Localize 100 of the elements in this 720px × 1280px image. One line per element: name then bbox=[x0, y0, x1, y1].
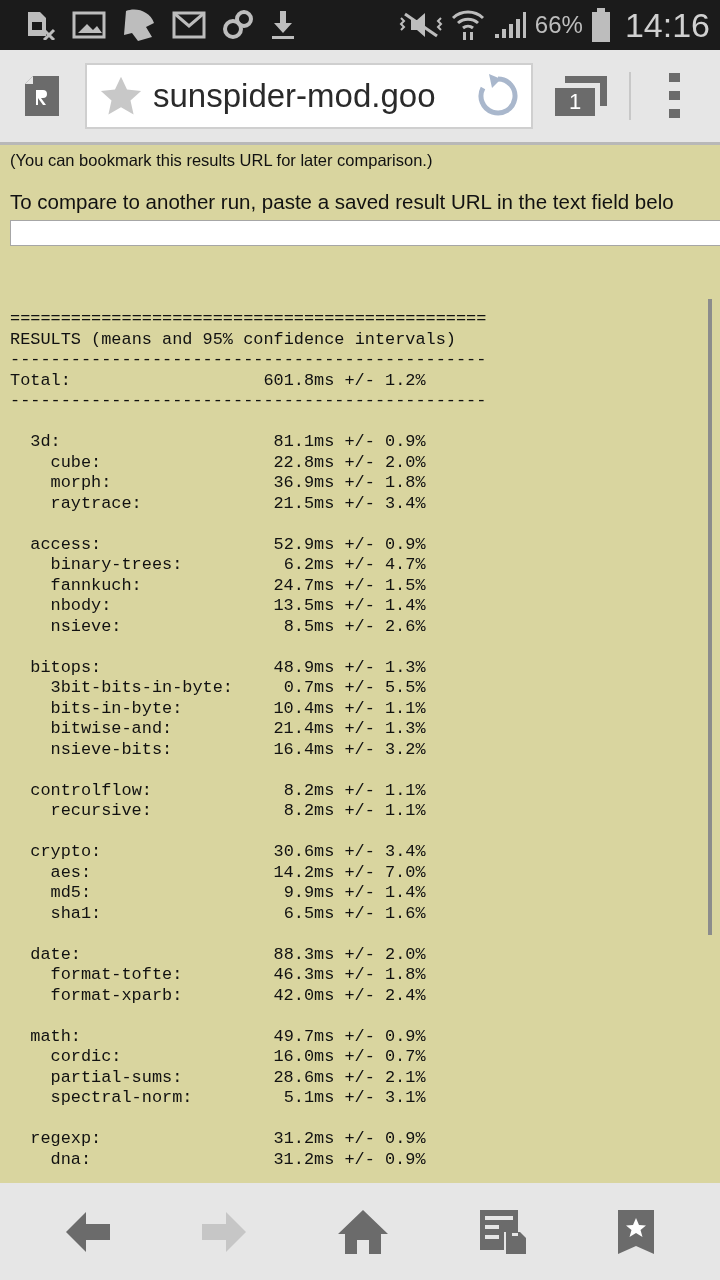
test-interval: +/- 5.5% bbox=[344, 678, 426, 699]
group-time: 8.2ms bbox=[282, 780, 335, 801]
test-time: 28.6ms bbox=[272, 1067, 335, 1088]
test-name: format-tofte: bbox=[49, 965, 184, 986]
total-interval: +/- 1.2% bbox=[344, 370, 426, 391]
group-name: 3d: bbox=[29, 432, 62, 453]
image-icon bbox=[72, 11, 106, 39]
group-interval: +/- 0.9% bbox=[344, 1026, 426, 1047]
test-time: 16.4ms bbox=[272, 739, 335, 760]
test-interval: +/- 3.1% bbox=[344, 1088, 426, 1109]
results-title: RESULTS (means and 95% confidence intervals) bbox=[10, 329, 457, 350]
battery-percentage: 66% bbox=[534, 11, 583, 39]
test-time: 10.4ms bbox=[272, 698, 335, 719]
test-interval: +/- 4.7% bbox=[344, 555, 426, 576]
test-name: morph: bbox=[49, 473, 113, 494]
menu-icon[interactable] bbox=[667, 71, 683, 121]
group-name: bitops: bbox=[29, 657, 103, 678]
url-input-field[interactable] bbox=[10, 220, 720, 246]
test-name: bits-in-byte: bbox=[49, 698, 184, 719]
star-icon[interactable] bbox=[99, 75, 143, 117]
group-name: access: bbox=[29, 534, 103, 555]
total-label: Total: bbox=[10, 370, 72, 391]
test-interval: +/- 1.4% bbox=[344, 883, 426, 904]
total-time: 601.8ms bbox=[263, 370, 335, 391]
test-interval: +/- 1.5% bbox=[344, 575, 426, 596]
results-rule: ----------------------------------------------- bbox=[10, 350, 488, 371]
test-name: sha1: bbox=[49, 903, 103, 924]
test-name: format-xparb: bbox=[49, 985, 184, 1006]
test-time: 36.9ms bbox=[272, 473, 335, 494]
battery-icon bbox=[590, 8, 611, 42]
test-name: aes: bbox=[49, 862, 93, 883]
test-name: cordic: bbox=[49, 1047, 123, 1068]
test-time: 21.5ms bbox=[272, 493, 335, 514]
download-icon bbox=[270, 9, 296, 41]
test-name: 3bit-bits-in-byte: bbox=[49, 678, 234, 699]
clock: 14:16 bbox=[624, 5, 710, 45]
group-name: controlflow: bbox=[29, 780, 153, 801]
group-interval: +/- 2.0% bbox=[344, 944, 426, 965]
test-time: 16.0ms bbox=[272, 1047, 335, 1068]
test-name: md5: bbox=[49, 883, 93, 904]
test-time: 24.7ms bbox=[272, 575, 335, 596]
test-interval: +/- 1.8% bbox=[344, 473, 426, 494]
test-time: 46.3ms bbox=[272, 965, 335, 986]
test-time: 6.5ms bbox=[282, 903, 335, 924]
group-time: 49.7ms bbox=[272, 1026, 335, 1047]
group-interval: +/- 1.1% bbox=[344, 780, 426, 801]
test-interval: +/- 1.3% bbox=[344, 719, 426, 740]
group-interval: +/- 0.9% bbox=[344, 432, 426, 453]
test-interval: +/- 0.7% bbox=[344, 1047, 426, 1068]
test-interval: +/- 2.6% bbox=[344, 616, 426, 637]
test-time: 31.2ms bbox=[272, 1149, 335, 1170]
home-icon[interactable] bbox=[338, 1209, 388, 1254]
test-interval: +/- 1.6% bbox=[344, 903, 426, 924]
test-interval: +/- 0.9% bbox=[344, 1149, 426, 1170]
rings-icon bbox=[222, 9, 254, 41]
test-time: 6.2ms bbox=[282, 555, 335, 576]
reader-icon[interactable] bbox=[25, 76, 59, 116]
group-time: 30.6ms bbox=[272, 842, 335, 863]
test-interval: +/- 7.0% bbox=[344, 862, 426, 883]
signal-icon bbox=[492, 10, 527, 40]
url-text: sunspider-mod.goo bbox=[153, 77, 437, 115]
test-interval: +/- 1.8% bbox=[344, 965, 426, 986]
group-name: date: bbox=[29, 944, 82, 965]
test-time: 14.2ms bbox=[272, 862, 335, 883]
test-interval: +/- 1.1% bbox=[344, 801, 426, 822]
address-bar[interactable]: sunspider-mod.goo bbox=[85, 63, 533, 129]
test-interval: +/- 3.2% bbox=[344, 739, 426, 760]
bookmarks-icon[interactable] bbox=[618, 1209, 654, 1254]
scrollbar[interactable] bbox=[708, 299, 712, 935]
saved-pages-icon[interactable] bbox=[480, 1209, 526, 1254]
compare-prompt: To compare to another run, paste a saved result URL in the text field belo bbox=[10, 190, 675, 214]
test-name: binary-trees: bbox=[49, 555, 184, 576]
test-interval: +/- 2.0% bbox=[344, 452, 426, 473]
group-time: 31.2ms bbox=[272, 1129, 335, 1150]
group-interval: +/- 3.4% bbox=[344, 842, 426, 863]
test-name: partial-sums: bbox=[49, 1067, 184, 1088]
test-name: fannkuch: bbox=[49, 575, 143, 596]
wifi-icon bbox=[450, 8, 485, 42]
test-time: 8.2ms bbox=[282, 801, 335, 822]
group-name: crypto: bbox=[29, 842, 103, 863]
group-time: 48.9ms bbox=[272, 657, 335, 678]
test-name: spectral-norm: bbox=[49, 1088, 194, 1109]
test-interval: +/- 1.1% bbox=[344, 698, 426, 719]
group-interval: +/- 0.9% bbox=[344, 534, 426, 555]
group-time: 88.3ms bbox=[272, 944, 335, 965]
test-time: 21.4ms bbox=[272, 719, 335, 740]
test-interval: +/- 2.4% bbox=[344, 985, 426, 1006]
group-interval: +/- 1.3% bbox=[344, 657, 426, 678]
group-interval: +/- 0.9% bbox=[344, 1129, 426, 1150]
test-time: 8.5ms bbox=[282, 616, 335, 637]
test-interval: +/- 1.4% bbox=[344, 596, 426, 617]
group-time: 52.9ms bbox=[272, 534, 335, 555]
results-rule: ----------------------------------------------- bbox=[10, 391, 488, 412]
mute-icon bbox=[398, 10, 443, 40]
back-arrow-icon[interactable] bbox=[66, 1210, 110, 1253]
test-name: nbody: bbox=[49, 596, 113, 617]
test-time: 13.5ms bbox=[272, 596, 335, 617]
test-time: 5.1ms bbox=[282, 1088, 335, 1109]
group-time: 81.1ms bbox=[272, 432, 335, 453]
test-name: nsieve-bits: bbox=[49, 739, 174, 760]
